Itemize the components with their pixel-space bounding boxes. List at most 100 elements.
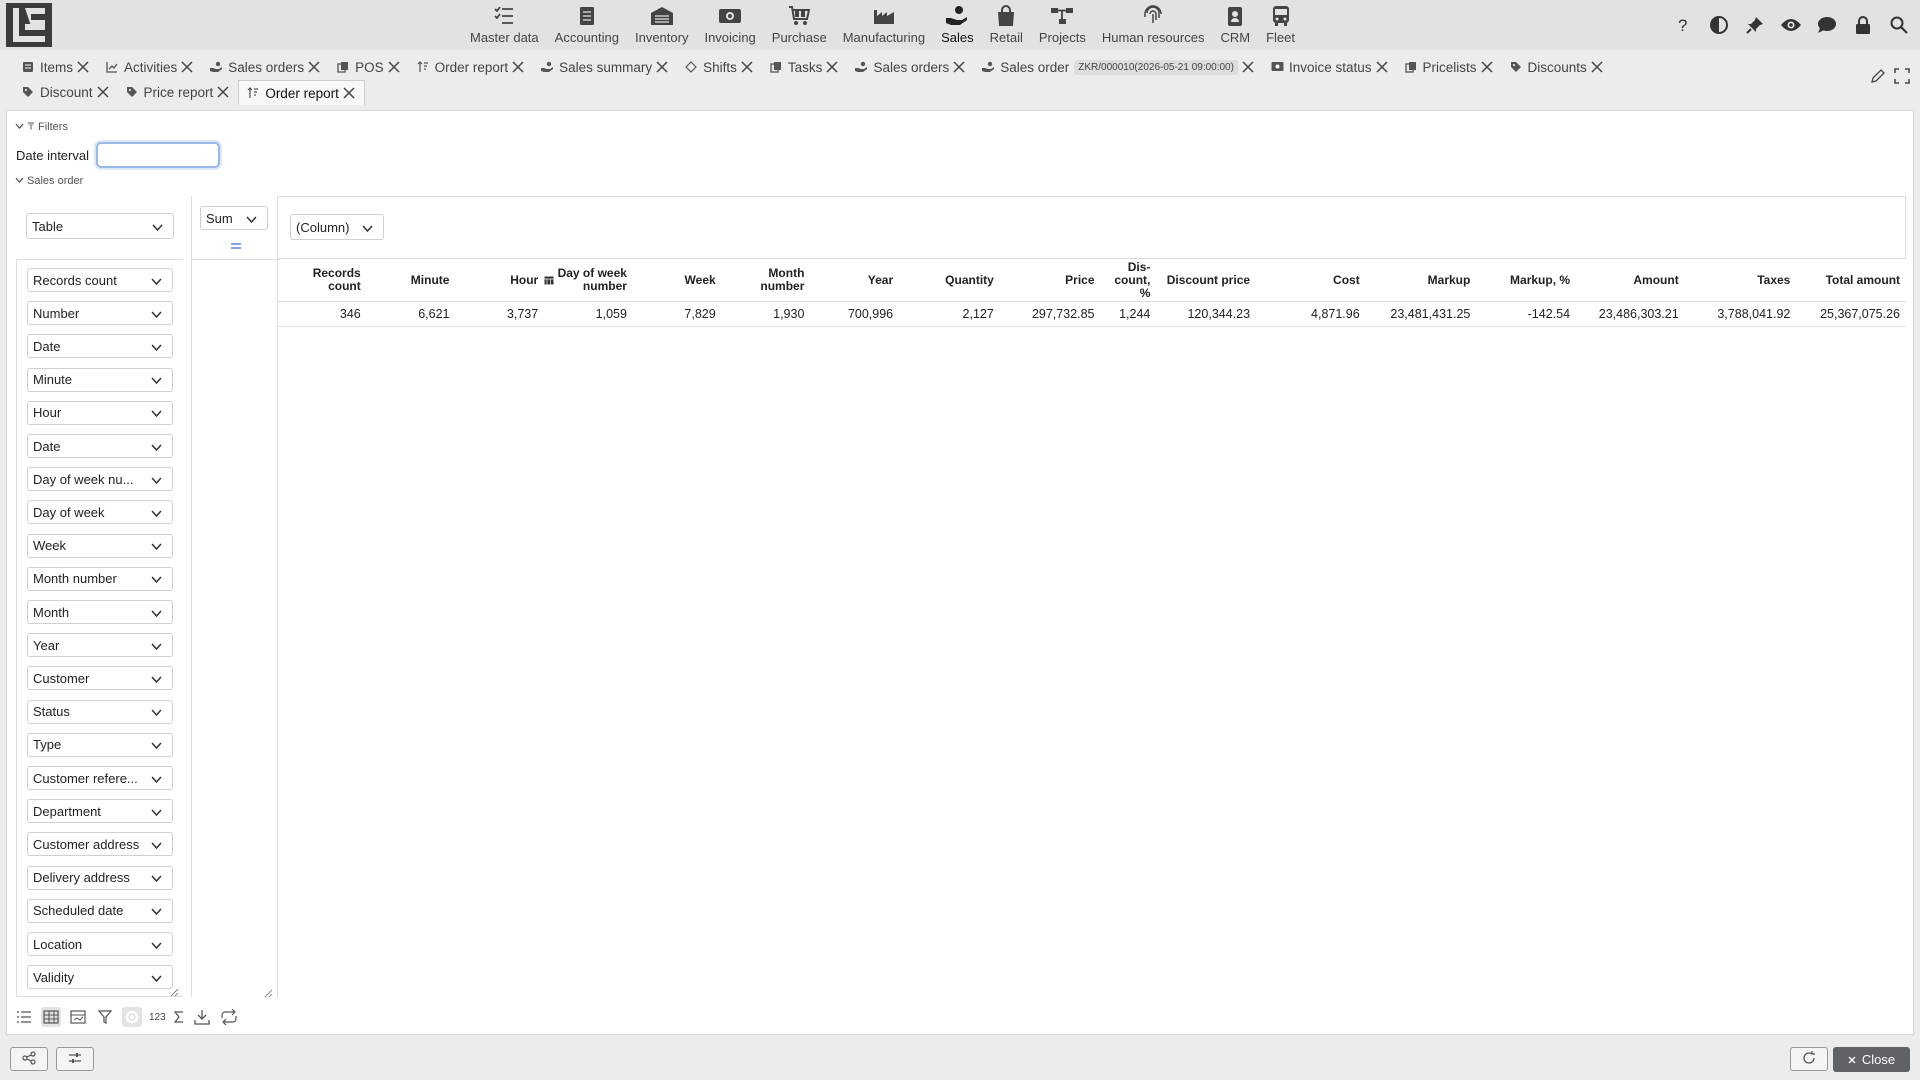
tab-activities[interactable]: Activities bbox=[98, 55, 202, 80]
close-tab-icon[interactable] bbox=[308, 61, 321, 74]
close-tab-icon[interactable] bbox=[343, 86, 356, 100]
close-tab-icon[interactable] bbox=[97, 86, 110, 99]
row-field-select[interactable]: Month bbox=[27, 600, 173, 624]
edit-icon[interactable] bbox=[1870, 68, 1886, 87]
tab-shifts[interactable]: Shifts bbox=[677, 55, 762, 80]
column-header[interactable]: Hour bbox=[455, 259, 544, 301]
close-tab-icon[interactable] bbox=[656, 61, 669, 74]
tab-order-report[interactable]: Order report bbox=[409, 55, 534, 80]
fullscreen-icon[interactable] bbox=[1894, 68, 1910, 87]
resize-handle-icon[interactable] bbox=[264, 986, 273, 998]
module-fleet[interactable]: Fleet bbox=[1258, 0, 1303, 50]
filters-header[interactable]: Filters bbox=[15, 121, 68, 133]
row-field-select[interactable]: Delivery address bbox=[27, 865, 173, 890]
row-field-select[interactable]: Customer address bbox=[27, 832, 173, 857]
help-icon[interactable]: ? bbox=[1670, 12, 1696, 38]
sales-order-section-header[interactable]: Sales order bbox=[15, 175, 83, 187]
contrast-icon[interactable] bbox=[1706, 12, 1732, 38]
module-invoicing[interactable]: Invoicing bbox=[696, 0, 763, 50]
row-field-select[interactable]: Records count bbox=[27, 268, 173, 292]
column-header[interactable]: Markup bbox=[1366, 259, 1477, 301]
close-tab-icon[interactable] bbox=[1375, 61, 1389, 74]
tab-order-report[interactable]: Order report bbox=[238, 80, 365, 105]
close-tab-icon[interactable] bbox=[1242, 61, 1255, 74]
row-field-select[interactable]: Department bbox=[27, 799, 173, 824]
reload-button[interactable] bbox=[1790, 1047, 1828, 1071]
view-type-select[interactable]: Table bbox=[26, 213, 174, 239]
close-tab-icon[interactable] bbox=[1591, 61, 1604, 74]
close-tab-icon[interactable] bbox=[953, 61, 966, 74]
module-projects[interactable]: Projects bbox=[1031, 0, 1094, 50]
tab-discounts[interactable]: Discounts bbox=[1502, 55, 1612, 80]
row-field-select[interactable]: Day of week nu... bbox=[27, 467, 173, 492]
column-field-select[interactable]: (Column) bbox=[290, 214, 384, 240]
download-icon[interactable] bbox=[192, 1007, 212, 1027]
column-header[interactable]: Dis-count, % bbox=[1101, 259, 1157, 301]
close-tab-icon[interactable] bbox=[77, 61, 90, 74]
tab-discount[interactable]: Discount bbox=[14, 80, 118, 105]
row-field-select[interactable]: Year bbox=[27, 633, 173, 658]
row-field-select[interactable]: Date bbox=[27, 334, 173, 359]
pivot-view-icon[interactable] bbox=[41, 1007, 61, 1027]
settings-icon[interactable] bbox=[122, 1007, 142, 1027]
tab-price-report[interactable]: Price report bbox=[118, 80, 239, 105]
column-header[interactable]: Records count bbox=[278, 259, 367, 301]
column-header[interactable]: Day of week number bbox=[544, 259, 633, 301]
module-sales[interactable]: Sales bbox=[933, 0, 982, 50]
tab-sales-summary[interactable]: Sales summary bbox=[533, 55, 677, 80]
list-view-icon[interactable] bbox=[14, 1007, 34, 1027]
row-field-select[interactable]: Status bbox=[27, 699, 173, 724]
column-header[interactable]: Quantity bbox=[899, 259, 1000, 301]
close-tab-icon[interactable] bbox=[181, 61, 194, 74]
module-human-resources[interactable]: Human resources bbox=[1094, 0, 1213, 50]
close-tab-icon[interactable] bbox=[1480, 61, 1494, 74]
tab-sales-order[interactable]: Sales order ZKR/000010(2026-05-21 09:00:0… bbox=[974, 55, 1263, 80]
column-header[interactable]: Taxes bbox=[1685, 259, 1797, 301]
search-icon[interactable] bbox=[1886, 12, 1912, 38]
row-field-select[interactable]: Location bbox=[27, 932, 173, 956]
close-tab-icon[interactable] bbox=[741, 61, 754, 74]
row-field-select[interactable]: Scheduled date bbox=[27, 898, 173, 923]
row-field-select[interactable]: Date bbox=[27, 434, 173, 458]
tab-items[interactable]: Items bbox=[14, 55, 98, 80]
column-header[interactable]: Markup, % bbox=[1476, 259, 1576, 301]
module-master-data[interactable]: Master data bbox=[462, 0, 547, 50]
module-purchase[interactable]: Purchase bbox=[764, 0, 835, 50]
module-manufacturing[interactable]: Manufacturing bbox=[835, 0, 933, 50]
filter-icon[interactable] bbox=[95, 1007, 115, 1027]
row-field-select[interactable]: Minute bbox=[27, 367, 173, 392]
app-logo[interactable] bbox=[6, 3, 52, 47]
close-tab-icon[interactable] bbox=[388, 61, 401, 74]
close-tab-icon[interactable] bbox=[512, 61, 525, 74]
column-header[interactable]: Total amount bbox=[1796, 259, 1906, 301]
swap-axes-icon[interactable] bbox=[230, 238, 242, 253]
share-button[interactable] bbox=[10, 1047, 48, 1071]
row-field-select[interactable]: Validity bbox=[27, 965, 173, 990]
column-header[interactable]: Week bbox=[633, 259, 722, 301]
module-inventory[interactable]: Inventory bbox=[627, 0, 696, 50]
eye-icon[interactable] bbox=[1778, 12, 1804, 38]
column-header[interactable]: Discount price bbox=[1156, 259, 1256, 301]
row-field-select[interactable]: Customer refere... bbox=[27, 766, 173, 790]
tab-pos[interactable]: POS bbox=[329, 55, 409, 80]
row-field-select[interactable]: Hour bbox=[27, 400, 173, 425]
refresh-icon[interactable] bbox=[219, 1007, 239, 1027]
row-field-select[interactable]: Week bbox=[27, 533, 173, 558]
date-interval-input[interactable] bbox=[96, 142, 220, 168]
row-field-select[interactable]: Number bbox=[27, 301, 173, 326]
row-field-select[interactable]: Customer bbox=[27, 666, 173, 691]
pin-icon[interactable] bbox=[1742, 12, 1768, 38]
module-crm[interactable]: CRM bbox=[1212, 0, 1258, 50]
options-button[interactable] bbox=[56, 1047, 94, 1071]
row-field-select[interactable]: Type bbox=[27, 732, 173, 757]
column-header[interactable]: Cost bbox=[1256, 259, 1366, 301]
chat-icon[interactable] bbox=[1814, 12, 1840, 38]
number-format-label[interactable]: 123 bbox=[149, 1007, 166, 1027]
tab-pricelists[interactable]: Pricelists bbox=[1397, 55, 1502, 80]
tab-invoice-status[interactable]: Invoice status bbox=[1263, 55, 1397, 80]
close-button[interactable]: Close bbox=[1833, 1047, 1910, 1072]
module-accounting[interactable]: Accounting bbox=[547, 0, 627, 50]
row-field-select[interactable]: Day of week bbox=[27, 500, 173, 525]
close-tab-icon[interactable] bbox=[826, 61, 839, 74]
sum-icon[interactable] bbox=[173, 1007, 185, 1027]
